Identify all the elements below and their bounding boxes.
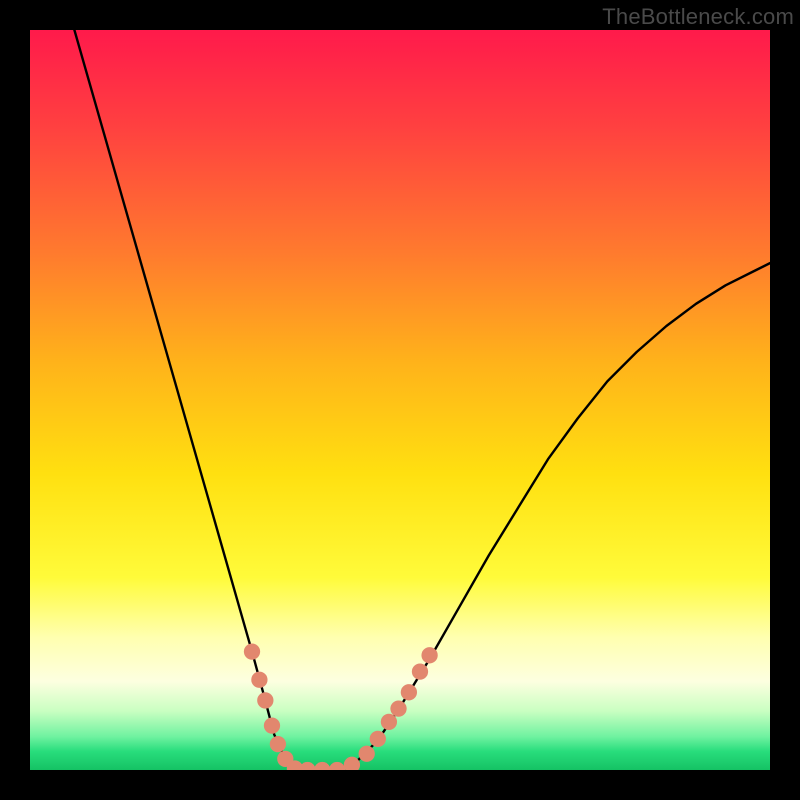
chart-plot [30,30,770,770]
highlight-dot [421,647,437,663]
chart-svg [30,30,770,770]
highlight-dot [401,684,417,700]
highlight-dot [412,663,428,679]
highlight-dot [359,746,375,762]
chart-background [30,30,770,770]
watermark-text: TheBottleneck.com [602,4,794,30]
highlight-dot [270,736,286,752]
highlight-dot [370,731,386,747]
highlight-dot [257,692,273,708]
highlight-dot [264,717,280,733]
highlight-dot [390,700,406,716]
highlight-dot [244,643,260,659]
chart-frame: TheBottleneck.com [0,0,800,800]
highlight-dot [251,672,267,688]
highlight-dot [381,714,397,730]
